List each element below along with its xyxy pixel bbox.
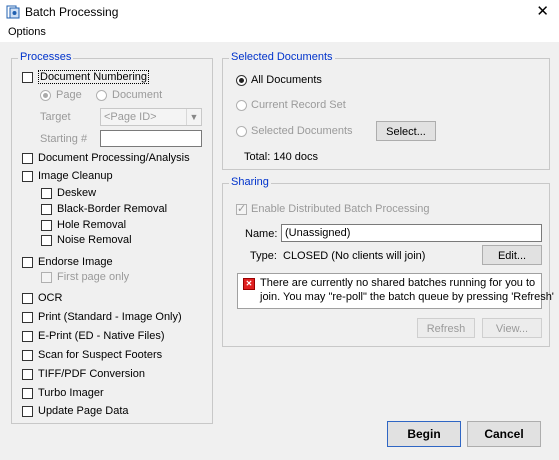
begin-button[interactable]: Begin — [387, 421, 461, 447]
all-documents-label: All Documents — [251, 74, 322, 86]
turbo-imager-label: Turbo Imager — [38, 387, 104, 399]
target-value: <Page ID> — [104, 111, 157, 123]
title-bar: Batch Processing ✕ — [0, 0, 559, 24]
radio-current-record-set[interactable] — [236, 100, 247, 111]
window-title: Batch Processing — [25, 5, 119, 19]
type-label: Type: — [250, 250, 277, 262]
info-box: ✕ There are currently no shared batches … — [237, 273, 554, 309]
menu-bar: Options — [0, 24, 559, 42]
target-select[interactable]: <Page ID> ▼ — [100, 108, 202, 126]
first-page-only-checkbox[interactable] — [41, 272, 52, 283]
starting-number-input[interactable] — [100, 130, 202, 147]
name-input[interactable]: (Unassigned) — [281, 224, 542, 242]
doc-processing-checkbox[interactable] — [22, 153, 33, 164]
radio-document[interactable] — [96, 90, 107, 101]
chevron-down-icon: ▼ — [186, 109, 201, 125]
scan-footers-checkbox[interactable] — [22, 350, 33, 361]
hole-removal-label: Hole Removal — [57, 219, 127, 231]
black-border-label: Black-Border Removal — [57, 203, 168, 215]
info-line-2: join. You may "re-poll" the batch queue … — [260, 291, 554, 303]
refresh-button[interactable]: Refresh — [417, 318, 475, 338]
selected-documents-legend: Selected Documents — [229, 51, 335, 63]
error-icon: ✕ — [243, 278, 255, 290]
scan-footers-label: Scan for Suspect Footers — [38, 349, 163, 361]
cancel-button[interactable]: Cancel — [467, 421, 541, 447]
name-label: Name: — [245, 228, 278, 240]
current-record-set-label: Current Record Set — [251, 99, 346, 111]
deskew-checkbox[interactable] — [41, 188, 52, 199]
update-page-data-checkbox[interactable] — [22, 406, 33, 417]
enable-distributed-label: Enable Distributed Batch Processing — [251, 203, 430, 215]
menu-options[interactable]: Options — [8, 26, 46, 38]
radio-page-label: Page — [56, 89, 82, 101]
eprint-label: E-Print (ED - Native Files) — [38, 330, 165, 342]
ocr-label: OCR — [38, 292, 63, 304]
endorse-image-label: Endorse Image — [38, 256, 113, 268]
doc-numbering-checkbox[interactable] — [22, 72, 33, 83]
tiff-pdf-label: TIFF/PDF Conversion — [38, 368, 145, 380]
radio-all-documents[interactable] — [236, 75, 247, 86]
selected-documents-label: Selected Documents — [251, 125, 353, 137]
info-line-1: There are currently no shared batches ru… — [260, 277, 536, 289]
radio-page[interactable] — [40, 90, 51, 101]
image-cleanup-checkbox[interactable] — [22, 171, 33, 182]
app-icon — [6, 5, 20, 19]
starting-label: Starting # — [40, 133, 88, 145]
hole-removal-checkbox[interactable] — [41, 220, 52, 231]
doc-numbering-label: Document Numbering — [38, 70, 149, 84]
eprint-checkbox[interactable] — [22, 331, 33, 342]
turbo-imager-checkbox[interactable] — [22, 388, 33, 399]
update-page-data-label: Update Page Data — [38, 405, 129, 417]
noise-removal-checkbox[interactable] — [41, 235, 52, 246]
sharing-legend: Sharing — [229, 176, 271, 188]
processes-legend: Processes — [18, 51, 74, 63]
first-page-only-label: First page only — [57, 271, 130, 283]
total-docs: Total: 140 docs — [244, 151, 318, 163]
enable-distributed-checkbox[interactable] — [236, 202, 247, 215]
edit-button[interactable]: Edit... — [482, 245, 542, 265]
tiff-pdf-checkbox[interactable] — [22, 369, 33, 380]
deskew-label: Deskew — [57, 187, 97, 199]
black-border-checkbox[interactable] — [41, 204, 52, 215]
type-value: CLOSED (No clients will join) — [283, 250, 426, 262]
endorse-image-checkbox[interactable] — [22, 257, 33, 268]
select-button[interactable]: Select... — [376, 121, 436, 141]
view-button[interactable]: View... — [482, 318, 542, 338]
close-icon[interactable]: ✕ — [536, 2, 549, 20]
noise-removal-label: Noise Removal — [57, 234, 132, 246]
info-text: There are currently no shared batches ru… — [260, 276, 559, 304]
radio-selected-documents[interactable] — [236, 126, 247, 137]
ocr-checkbox[interactable] — [22, 293, 33, 304]
target-label: Target — [40, 111, 71, 123]
doc-processing-label: Document Processing/Analysis — [38, 152, 190, 164]
radio-document-label: Document — [112, 89, 163, 101]
print-label: Print (Standard - Image Only) — [38, 311, 182, 323]
image-cleanup-label: Image Cleanup — [38, 170, 113, 182]
print-checkbox[interactable] — [22, 312, 33, 323]
